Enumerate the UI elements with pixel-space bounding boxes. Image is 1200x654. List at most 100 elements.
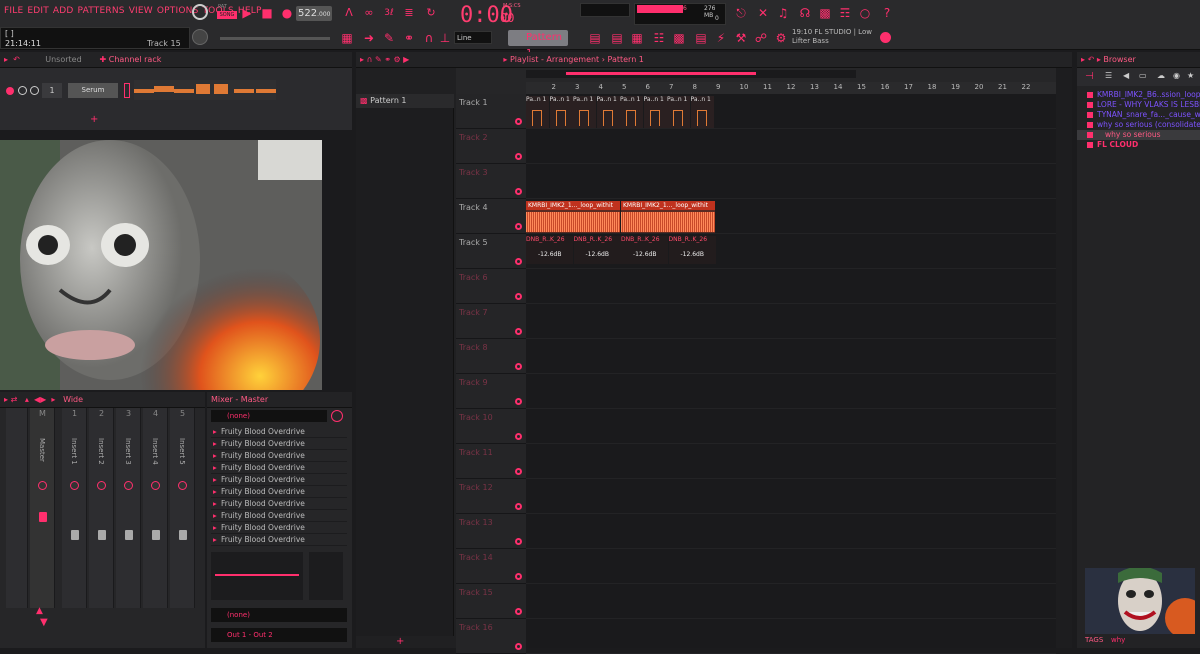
channel-name-button[interactable]: Serum: [68, 83, 118, 98]
plugin-icon[interactable]: ⚡: [714, 31, 728, 45]
channel-step-graph[interactable]: [134, 80, 276, 100]
render-icon[interactable]: ☶: [838, 6, 852, 20]
audio-clip[interactable]: KMRBI_IMK2_1..._loop_withit: [526, 201, 620, 233]
effect-slot-3[interactable]: Fruity Blood Overdrive: [211, 450, 347, 462]
track-lane-7[interactable]: [526, 304, 1056, 339]
audio-clip[interactable]: KMRBI_IMK2_1..._loop_withit: [621, 201, 715, 233]
automation-clip[interactable]: DNB_R..K_26 -12.6dB: [668, 236, 716, 264]
playlist-scrollbar[interactable]: [526, 70, 856, 78]
strip-3-fader[interactable]: [125, 530, 133, 540]
channel-volume-knob[interactable]: [18, 86, 27, 97]
browser-item-3[interactable]: TYNAN_snare_fa..._cause_why_not: [1077, 110, 1200, 120]
track-header-5[interactable]: Track 5: [456, 234, 526, 269]
song-mode-button[interactable]: SONG: [217, 11, 237, 19]
send-select[interactable]: (none): [211, 608, 347, 622]
track-lane-2[interactable]: [526, 129, 1056, 164]
track-lane-15[interactable]: [526, 584, 1056, 619]
piano-roll-icon[interactable]: ▤: [610, 31, 624, 45]
track-mute-icon[interactable]: [515, 608, 522, 615]
mixer-strip-master[interactable]: M Master: [30, 408, 55, 608]
menu-edit[interactable]: EDIT: [27, 6, 49, 16]
output-select[interactable]: Out 1 - Out 2: [211, 628, 347, 642]
menu-view[interactable]: VIEW: [129, 6, 153, 16]
rack-filter[interactable]: Unsorted: [45, 55, 81, 64]
effect-slot-4[interactable]: Fruity Blood Overdrive: [211, 462, 347, 474]
wait-input-icon[interactable]: ∞: [362, 6, 376, 20]
tools-icon[interactable]: ⚒: [734, 31, 748, 45]
channel-rack-icon[interactable]: ▦: [630, 31, 644, 45]
track-lane-16[interactable]: [526, 619, 1056, 654]
draw-icon[interactable]: ✎: [382, 31, 396, 45]
fl-cloud-folder[interactable]: FL CLOUD: [1077, 140, 1200, 150]
effect-slot-6[interactable]: Fruity Blood Overdrive: [211, 486, 347, 498]
track-header-9[interactable]: Track 9: [456, 374, 526, 409]
mixer-strip-4[interactable]: 4 Insert 4: [143, 408, 168, 608]
track-mute-icon[interactable]: [515, 433, 522, 440]
pattern-clip[interactable]: Pa..n 1: [526, 96, 549, 128]
track-mute-icon[interactable]: [515, 503, 522, 510]
track-mute-icon[interactable]: [515, 328, 522, 335]
track-header-1[interactable]: Track 1: [456, 94, 526, 129]
track-mute-icon[interactable]: [515, 573, 522, 580]
strip-2-fader[interactable]: [98, 530, 106, 540]
track-header-16[interactable]: Track 16: [456, 619, 526, 654]
browser-item-selected[interactable]: why so serious: [1077, 130, 1200, 140]
mixer-arrows-icon[interactable]: ⇄: [11, 395, 18, 404]
track-header-12[interactable]: Track 12: [456, 479, 526, 514]
browser-item-4[interactable]: why so serious (consolidated): [1077, 120, 1200, 130]
settings-icon[interactable]: ⚙: [774, 31, 788, 45]
track-mute-icon[interactable]: [515, 363, 522, 370]
track-mute-icon[interactable]: [515, 258, 522, 265]
track-lane-9[interactable]: [526, 374, 1056, 409]
mixer-strip-2[interactable]: 2 Insert 2: [89, 408, 114, 608]
track-mute-icon[interactable]: [515, 188, 522, 195]
all-icon[interactable]: ⊣: [1085, 71, 1094, 82]
master-route-icon[interactable]: ▲: [36, 606, 43, 616]
contents-icon[interactable]: ◉: [1173, 71, 1180, 80]
power-icon[interactable]: [331, 410, 343, 422]
track-mute-icon[interactable]: [515, 118, 522, 125]
cut-icon[interactable]: ✕: [756, 6, 770, 20]
undo-history-icon[interactable]: ⎋: [734, 6, 748, 20]
arrow-icon[interactable]: ➜: [362, 31, 376, 45]
track-mute-icon[interactable]: [515, 398, 522, 405]
blend-notes-icon[interactable]: ≣: [402, 6, 416, 20]
track-header-10[interactable]: Track 10: [456, 409, 526, 444]
countdown-icon[interactable]: 3ℓ: [382, 6, 396, 20]
master-volume-knob[interactable]: [192, 4, 208, 20]
folder-icon[interactable]: ▭: [1139, 71, 1147, 80]
pattern-clip[interactable]: Pa..n 1: [549, 96, 573, 128]
headphones-icon[interactable]: ∩: [422, 31, 436, 45]
pattern-clip[interactable]: Pa..n 1: [573, 96, 596, 128]
strip-4-fader[interactable]: [152, 530, 160, 540]
metronome-icon[interactable]: Λ: [342, 6, 356, 20]
speaker-icon[interactable]: ◀: [1123, 71, 1129, 80]
track-header-7[interactable]: Track 7: [456, 304, 526, 339]
track-mute-icon[interactable]: [515, 643, 522, 650]
effect-slot-8[interactable]: Fruity Blood Overdrive: [211, 510, 347, 522]
snap-select[interactable]: Line: [454, 31, 492, 44]
track-lane-8[interactable]: [526, 339, 1056, 374]
snap-icon[interactable]: ⊥: [438, 31, 452, 45]
mixer-layout[interactable]: Wide: [63, 395, 83, 404]
song-position-slider[interactable]: [220, 37, 330, 40]
mixer-strip-3[interactable]: 3 Insert 3: [116, 408, 141, 608]
chat-icon[interactable]: ○: [858, 6, 872, 20]
mixer-strip-1[interactable]: 1 Insert 1: [62, 408, 87, 608]
mixer-strip-5[interactable]: 5 Insert 5: [170, 408, 195, 608]
menu-add[interactable]: ADD: [53, 6, 74, 16]
vertical-scrollbar[interactable]: [1056, 68, 1072, 648]
pattern-clip[interactable]: Pa..n 1: [643, 96, 667, 128]
link-icon[interactable]: ⚭: [402, 31, 416, 45]
menu-patterns[interactable]: PATTERNS: [78, 6, 125, 16]
strip-4-pan[interactable]: [151, 481, 160, 490]
input-select[interactable]: (none): [211, 410, 327, 422]
track-header-14[interactable]: Track 14: [456, 549, 526, 584]
track-mute-icon[interactable]: [515, 293, 522, 300]
cloud-icon[interactable]: ☁: [1157, 71, 1165, 80]
microphone-icon[interactable]: ☊: [798, 6, 812, 20]
playlist-grid[interactable]: Pa..n 1 Pa..n 1 Pa..n 1 Pa..n 1 Pa..n 1 Pa..n…: [526, 94, 1056, 654]
play-icon[interactable]: ▶: [240, 6, 254, 20]
plugin-db-icon[interactable]: ☰: [1105, 71, 1112, 80]
automation-clip[interactable]: DNB_R..K_26 -12.6dB: [621, 236, 668, 264]
